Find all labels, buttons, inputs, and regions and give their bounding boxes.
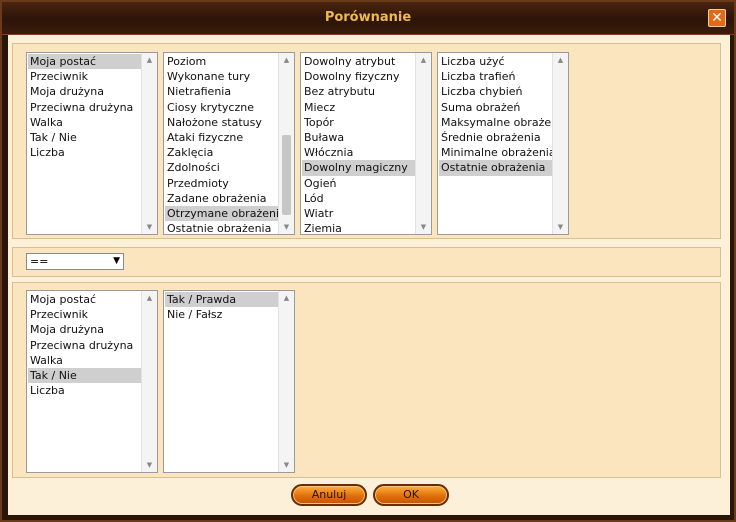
list-item[interactable]: Walka xyxy=(28,353,141,368)
list-item[interactable]: Średnie obrażenia xyxy=(439,130,552,145)
listbox-items: Poziom Wykonane tury Nietrafienia Ciosy kry… xyxy=(165,54,278,234)
list-item[interactable]: Zadane obrażenia xyxy=(165,191,278,206)
list-item[interactable]: Bez atrybutu xyxy=(302,84,415,99)
list-item[interactable]: Liczba xyxy=(28,145,141,160)
scroll-down-arrow-icon[interactable]: ▼ xyxy=(142,458,157,472)
list-item[interactable]: Przeciwnik xyxy=(28,69,141,84)
list-item[interactable]: Dowolny atrybut xyxy=(302,54,415,69)
scroll-down-arrow-icon[interactable]: ▼ xyxy=(416,220,431,234)
list-item[interactable]: Tak / Nie xyxy=(28,367,141,384)
list-item[interactable]: Dowolny magiczny xyxy=(302,160,415,176)
scroll-down-arrow-icon[interactable]: ▼ xyxy=(553,220,568,234)
list-item[interactable]: Nietrafienia xyxy=(165,84,278,99)
list-item[interactable]: Nałożone statusy xyxy=(165,115,278,130)
list-item[interactable]: Moja postać xyxy=(28,54,141,70)
list-item[interactable]: Maksymalne obrażenia xyxy=(439,115,552,130)
list-item[interactable]: Moja drużyna xyxy=(28,322,141,337)
list-item[interactable]: Topór xyxy=(302,115,415,130)
list-item[interactable]: Ogień xyxy=(302,176,415,191)
list-item[interactable]: Moja postać xyxy=(28,292,141,307)
list-item[interactable]: Tak / Nie xyxy=(28,130,141,145)
attribute-listbox[interactable]: Dowolny atrybut Dowolny fizyczny Bez atryb… xyxy=(300,52,432,235)
list-item[interactable]: Ataki fizyczne xyxy=(165,130,278,145)
list-item[interactable]: Zdolności xyxy=(165,160,278,175)
list-item[interactable]: Suma obrażeń xyxy=(439,100,552,115)
list-item[interactable]: Wiatr xyxy=(302,206,415,221)
compare-value-listbox[interactable]: Tak / Prawda Nie / Fałsz ▲ ▼ xyxy=(163,290,295,473)
list-item[interactable]: Miecz xyxy=(302,100,415,115)
list-item[interactable]: Ostatnie obrażenia xyxy=(165,221,278,234)
scroll-up-arrow-icon[interactable]: ▲ xyxy=(279,291,294,305)
ok-button[interactable]: OK xyxy=(373,484,449,506)
list-item[interactable]: Buława xyxy=(302,130,415,145)
list-item[interactable]: Nie / Fałsz xyxy=(165,307,278,322)
scroll-up-arrow-icon[interactable]: ▲ xyxy=(142,53,157,67)
list-item[interactable]: Moja drużyna xyxy=(28,84,141,99)
list-item[interactable]: Włócznia xyxy=(302,145,415,160)
list-item[interactable]: Tak / Prawda xyxy=(165,292,278,308)
scroll-up-arrow-icon[interactable]: ▲ xyxy=(279,53,294,67)
list-item[interactable]: Otrzymane obrażenia xyxy=(165,205,278,222)
listbox-items: Moja postać Przeciwnik Moja drużyna Przeciw… xyxy=(28,54,141,160)
listbox-items: Liczba użyć Liczba trafień Liczba chybień S… xyxy=(439,54,552,176)
scroll-up-arrow-icon[interactable]: ▲ xyxy=(142,291,157,305)
title-bar[interactable]: Porównanie ✕ xyxy=(2,2,734,35)
scrollbar[interactable]: ▲ ▼ xyxy=(278,291,294,472)
list-item[interactable]: Przedmioty xyxy=(165,176,278,191)
listbox-items: Dowolny atrybut Dowolny fizyczny Bez atryb… xyxy=(302,54,415,234)
compare-subject-listbox[interactable]: Moja postać Przeciwnik Moja drużyna Przeciw… xyxy=(26,290,158,473)
dialog-content: Moja postać Przeciwnik Moja drużyna Przeciw… xyxy=(8,35,730,515)
list-item[interactable]: Przeciwnik xyxy=(28,307,141,322)
dialog-title: Porównanie xyxy=(324,10,412,25)
scrollbar-thumb[interactable] xyxy=(282,135,291,215)
scrollbar[interactable]: ▲ ▼ xyxy=(141,53,157,234)
scroll-down-arrow-icon[interactable]: ▼ xyxy=(142,220,157,234)
scrollbar[interactable]: ▲ ▼ xyxy=(278,53,294,234)
list-item[interactable]: Poziom xyxy=(165,54,278,69)
scroll-up-arrow-icon[interactable]: ▲ xyxy=(416,53,431,67)
list-item[interactable]: Minimalne obrażenia xyxy=(439,145,552,160)
scroll-down-arrow-icon[interactable]: ▼ xyxy=(279,220,294,234)
list-item[interactable]: Ciosy krytyczne xyxy=(165,100,278,115)
subject-listbox[interactable]: Moja postać Przeciwnik Moja drużyna Przeciw… xyxy=(26,52,158,235)
list-item[interactable]: Liczba xyxy=(28,383,141,398)
list-item[interactable]: Liczba trafień xyxy=(439,69,552,84)
scrollbar[interactable]: ▲ ▼ xyxy=(141,291,157,472)
scrollbar[interactable]: ▲ ▼ xyxy=(415,53,431,234)
list-item[interactable]: Wykonane tury xyxy=(165,69,278,84)
scroll-down-arrow-icon[interactable]: ▼ xyxy=(279,458,294,472)
chevron-down-icon[interactable]: ▼ xyxy=(113,254,120,269)
scrollbar[interactable]: ▲ ▼ xyxy=(552,53,568,234)
listbox-items: Moja postać Przeciwnik Moja drużyna Przeciw… xyxy=(28,292,141,398)
close-button[interactable]: ✕ xyxy=(708,9,726,27)
statistic-listbox[interactable]: Poziom Wykonane tury Nietrafienia Ciosy kry… xyxy=(163,52,295,235)
list-item[interactable]: Zaklęcia xyxy=(165,145,278,160)
listbox-items: Tak / Prawda Nie / Fałsz xyxy=(165,292,278,322)
list-item[interactable]: Lód xyxy=(302,191,415,206)
scroll-up-arrow-icon[interactable]: ▲ xyxy=(553,53,568,67)
list-item[interactable]: Przeciwna drużyna xyxy=(28,100,141,115)
operator-value: == xyxy=(30,255,49,268)
cancel-button[interactable]: Anuluj xyxy=(291,484,367,506)
list-item[interactable]: Walka xyxy=(28,115,141,130)
operator-select[interactable]: == ▼ xyxy=(26,253,124,270)
list-item[interactable]: Ostatnie obrażenia xyxy=(439,160,552,176)
measure-listbox[interactable]: Liczba użyć Liczba trafień Liczba chybień S… xyxy=(437,52,569,235)
list-item[interactable]: Liczba użyć xyxy=(439,54,552,69)
comparison-dialog: Porównanie ✕ Moja postać Przeciwnik Moja d… xyxy=(0,0,736,522)
list-item[interactable]: Przeciwna drużyna xyxy=(28,338,141,353)
list-item[interactable]: Liczba chybień xyxy=(439,84,552,99)
list-item[interactable]: Dowolny fizyczny xyxy=(302,69,415,84)
list-item[interactable]: Ziemia xyxy=(302,221,415,234)
